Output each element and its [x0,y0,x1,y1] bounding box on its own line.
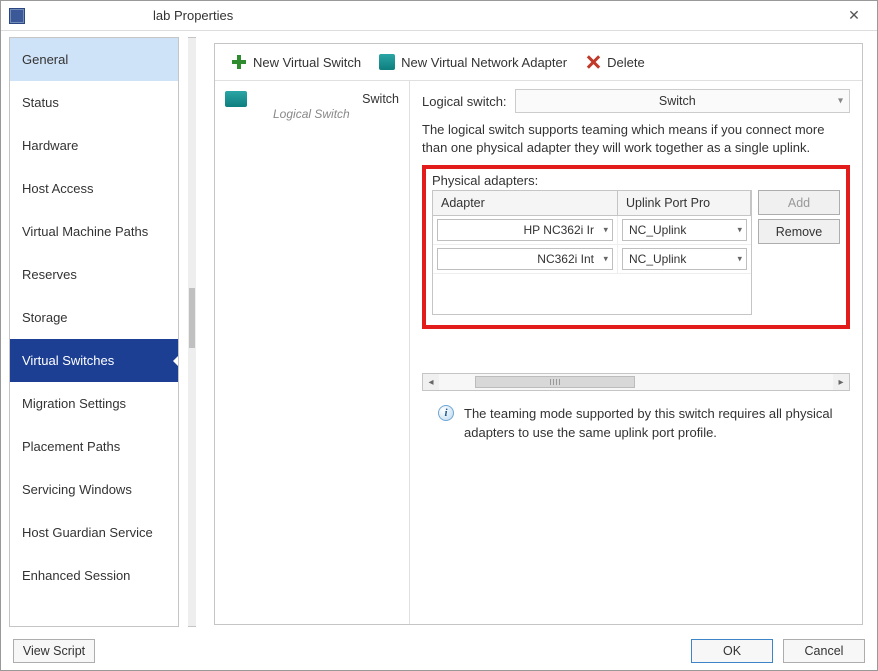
scroll-right-icon[interactable]: ▸ [833,374,849,390]
app-icon [9,8,25,24]
sidebar-item-virtual-switches[interactable]: Virtual Switches [10,339,178,382]
sidebar-item-enhanced-session[interactable]: Enhanced Session [10,554,178,597]
physical-adapters-section: Physical adapters: Adapter Uplink Port P… [422,165,850,329]
adapter-dropdown[interactable]: NC362i Int ▾ [437,248,613,270]
sidebar-item-general[interactable]: General [10,38,178,81]
horizontal-scrollbar[interactable]: ◂ ▸ [422,373,850,391]
scroll-left-icon[interactable]: ◂ [423,374,439,390]
close-icon[interactable]: ✕ [839,7,869,24]
sidebar-item-placement[interactable]: Placement Paths [10,425,178,468]
adapter-dropdown[interactable]: HP NC362i Ir ▾ [437,219,613,241]
switch-list: Switch Logical Switch [215,81,410,624]
logical-switch-description: The logical switch supports teaming whic… [422,121,850,157]
sidebar-item-vm-paths[interactable]: Virtual Machine Paths [10,210,178,253]
uplink-dropdown[interactable]: NC_Uplink ▾ [622,219,747,241]
table-row: HP NC362i Ir ▾ NC_Uplink ▾ [433,216,751,245]
view-script-button[interactable]: View Script [13,639,95,663]
new-virtual-switch-button[interactable]: New Virtual Switch [225,52,367,72]
table-header-adapter[interactable]: Adapter [433,191,618,215]
info-icon: i [438,405,454,421]
add-button[interactable]: Add [758,190,840,215]
logical-switch-dropdown[interactable]: Switch ▾ [515,89,850,113]
remove-button[interactable]: Remove [758,219,840,244]
uplink-dropdown[interactable]: NC_Uplink ▾ [622,248,747,270]
sidebar-item-reserves[interactable]: Reserves [10,253,178,296]
network-switch-icon [225,91,247,107]
delete-button[interactable]: Delete [579,52,651,72]
sidebar-scrollbar[interactable] [188,37,196,627]
table-header-uplink[interactable]: Uplink Port Pro [618,191,751,215]
physical-adapters-table: Adapter Uplink Port Pro HP NC362i Ir ▾ [432,190,752,315]
cancel-button[interactable]: Cancel [783,639,865,663]
chevron-down-icon: ▾ [838,96,843,107]
chevron-down-icon: ▾ [737,225,742,236]
switch-subtitle: Logical Switch [225,107,399,121]
table-row: NC362i Int ▾ NC_Uplink ▾ [433,245,751,274]
sidebar-item-storage[interactable]: Storage [10,296,178,339]
chevron-down-icon: ▾ [603,225,608,236]
switch-name: Switch [257,92,399,106]
new-virtual-network-adapter-button[interactable]: New Virtual Network Adapter [373,52,573,72]
sidebar-nav: General Status Hardware Host Access Virt… [9,37,179,627]
switch-list-item[interactable]: Switch Logical Switch [219,87,405,125]
toolbar: New Virtual Switch New Virtual Network A… [215,44,862,81]
titlebar: lab Properties ✕ [1,1,877,31]
sidebar-item-status[interactable]: Status [10,81,178,124]
sidebar-item-hardware[interactable]: Hardware [10,124,178,167]
sidebar-item-host-access[interactable]: Host Access [10,167,178,210]
ok-button[interactable]: OK [691,639,773,663]
logical-switch-label: Logical switch: [422,94,507,109]
window-title: lab Properties [33,8,839,23]
delete-icon [585,54,601,70]
sidebar-item-servicing[interactable]: Servicing Windows [10,468,178,511]
dialog-footer: View Script OK Cancel [1,632,877,670]
network-adapter-icon [379,54,395,70]
sidebar-item-host-guardian[interactable]: Host Guardian Service [10,511,178,554]
plus-icon [231,54,247,70]
chevron-down-icon: ▾ [737,254,742,265]
physical-adapters-label: Physical adapters: [432,173,840,188]
chevron-down-icon: ▾ [603,254,608,265]
teaming-info-text: The teaming mode supported by this switc… [464,405,848,441]
sidebar-item-migration[interactable]: Migration Settings [10,382,178,425]
